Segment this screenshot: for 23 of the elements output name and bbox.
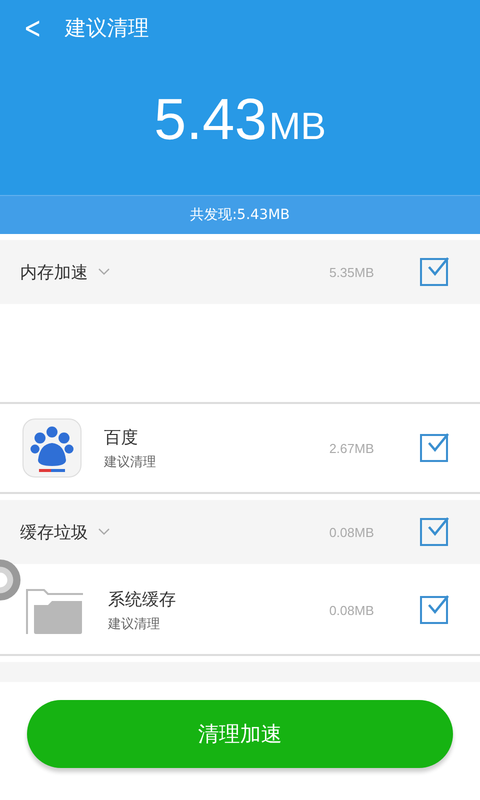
item-note: 建议清理 — [108, 616, 161, 632]
checkbox[interactable] — [420, 596, 448, 624]
chevron-icon — [98, 528, 110, 536]
item-name: 系统缓存 — [108, 588, 176, 610]
checkbox[interactable] — [420, 258, 448, 286]
paw-icon — [22, 418, 82, 478]
section-title: 内存加速 — [20, 262, 88, 284]
checkbox[interactable] — [420, 434, 448, 462]
item-note: 建议清理 — [104, 454, 156, 470]
chevron-icon — [98, 268, 110, 276]
size-label: 5.35MB — [329, 264, 374, 280]
item-name: 百度 — [104, 426, 139, 448]
size-label: 2.67MB — [329, 440, 374, 456]
page-title: 建议清理 — [65, 15, 150, 42]
section-title: 缓存垃圾 — [20, 522, 88, 544]
checkbox[interactable] — [420, 518, 448, 546]
size-label: 0.08MB — [329, 524, 374, 540]
section-header[interactable]: 内存加速 5.35MB — [0, 240, 480, 304]
size-unit: MB — [268, 106, 326, 149]
summary-text: 共发现:5.43MB — [190, 206, 290, 224]
size-label: 0.08MB — [329, 602, 374, 618]
total-size: 5.43 — [154, 86, 267, 153]
section-header[interactable]: 缓存垃圾 0.08MB — [0, 500, 480, 564]
